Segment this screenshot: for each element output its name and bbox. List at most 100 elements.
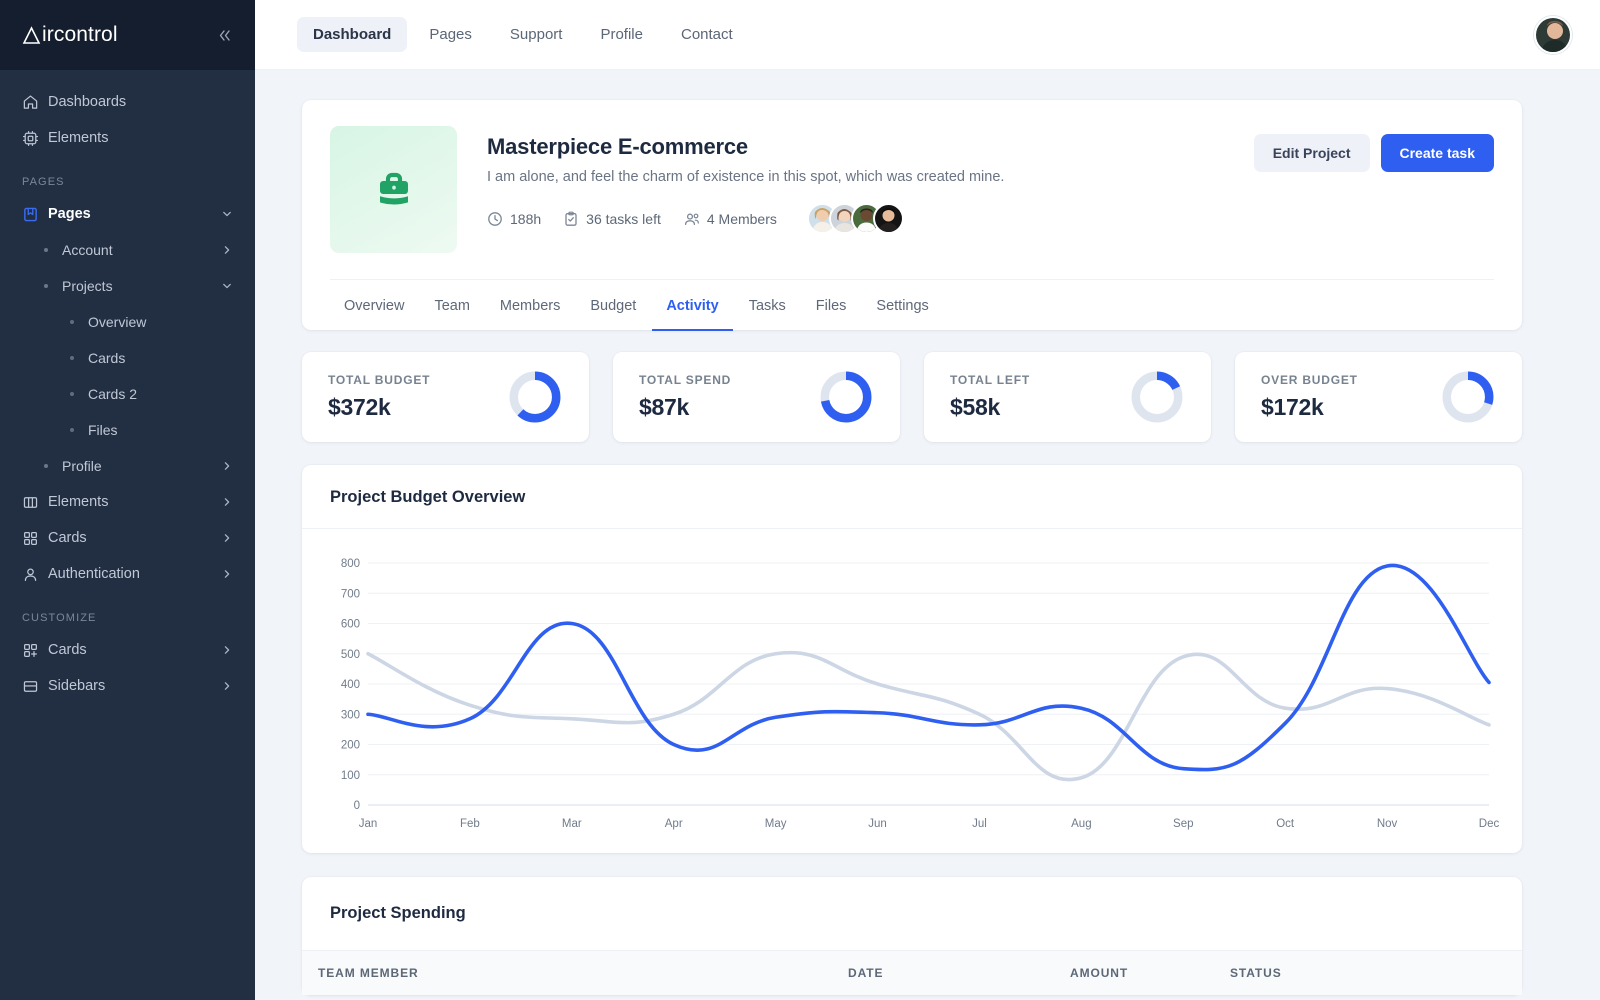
grid-plus-icon: [22, 642, 48, 659]
bullet-icon: [44, 284, 62, 288]
chart-area: 0100200300400500600700800JanFebMarAprMay…: [302, 529, 1522, 853]
clipboard-check-icon: [563, 211, 579, 227]
sidebar-item-authentication[interactable]: Authentication: [0, 556, 255, 592]
stat-label: TOTAL LEFT: [950, 373, 1030, 387]
stat-text: TOTAL SPEND $87k: [639, 373, 731, 421]
tab-tasks[interactable]: Tasks: [735, 280, 800, 331]
tab-members[interactable]: Members: [486, 280, 574, 331]
user-avatar[interactable]: [1534, 16, 1572, 54]
stat-card-over-budget: OVER BUDGET $172k: [1235, 352, 1522, 442]
chevron-right-icon: [221, 680, 233, 692]
tab-settings[interactable]: Settings: [862, 280, 942, 331]
bullet-icon: [44, 464, 62, 468]
sidebar-item-profile[interactable]: Profile: [22, 448, 255, 484]
sidebar-item-elements[interactable]: Elements: [0, 484, 255, 520]
chart-title: Project Budget Overview: [302, 465, 1522, 528]
brand-name: ircontrol: [42, 23, 118, 47]
top-nav-contact[interactable]: Contact: [665, 17, 749, 52]
tab-files[interactable]: Files: [802, 280, 861, 331]
svg-text:Sep: Sep: [1173, 818, 1193, 830]
sidebar-item-dashboards[interactable]: Dashboards: [0, 84, 255, 120]
sidebar-item-label: Elements: [48, 494, 221, 510]
project-thumbnail: [330, 126, 457, 253]
member-avatar[interactable]: [873, 203, 904, 234]
budget-overview-card: Project Budget Overview 0100200300400500…: [302, 465, 1522, 853]
top-nav-profile[interactable]: Profile: [584, 17, 659, 52]
top-nav-pages[interactable]: Pages: [413, 17, 488, 52]
sidebar-item-projects-cards[interactable]: Cards: [22, 340, 255, 376]
brand-logo[interactable]: ircontrol: [22, 23, 118, 47]
sidebar-item-projects-cards-2[interactable]: Cards 2: [22, 376, 255, 412]
svg-text:400: 400: [341, 679, 360, 691]
sidebar-item-cards[interactable]: Cards: [0, 520, 255, 556]
svg-text:Jan: Jan: [359, 818, 378, 830]
sidebar-pages-children: Account Projects Overview: [0, 232, 255, 484]
tab-overview[interactable]: Overview: [330, 280, 418, 331]
chevron-right-icon: [221, 568, 233, 580]
collapse-sidebar-icon[interactable]: [216, 27, 233, 44]
sidebar-item-projects-overview[interactable]: Overview: [22, 304, 255, 340]
sidebar-item-label: Authentication: [48, 566, 221, 582]
sidebar-item-sidebars[interactable]: Sidebars: [0, 668, 255, 704]
project-header-card: Masterpiece E-commerce I am alone, and f…: [302, 100, 1522, 330]
tab-activity[interactable]: Activity: [652, 280, 732, 331]
stat-card-total-budget: TOTAL BUDGET $372k: [302, 352, 589, 442]
stat-text: TOTAL BUDGET $372k: [328, 373, 430, 421]
stat-value: $172k: [1261, 394, 1358, 421]
sidebar-item-label: Sidebars: [48, 678, 221, 694]
svg-text:Jun: Jun: [868, 818, 887, 830]
chevron-right-icon: [221, 244, 233, 256]
sidebar-header: ircontrol: [0, 0, 255, 70]
sidebar-item-customize-cards[interactable]: Cards: [0, 632, 255, 668]
sidebar-projects-children: Overview Cards Cards 2 Files: [22, 304, 255, 448]
sidebar-item-label: Profile: [62, 458, 221, 474]
svg-text:700: 700: [341, 588, 360, 600]
meta-members: 4 Members: [683, 211, 777, 227]
chevron-down-icon: [221, 208, 233, 220]
donut-chart: [507, 369, 563, 425]
stat-label: TOTAL BUDGET: [328, 373, 430, 387]
sidebar-item-elements-top[interactable]: Elements: [0, 120, 255, 156]
columns-icon: [22, 494, 48, 511]
member-avatars: [807, 203, 904, 234]
chevron-right-icon: [221, 532, 233, 544]
column-team-member: TEAM MEMBER: [318, 966, 848, 980]
svg-text:May: May: [765, 818, 787, 830]
top-nav-support[interactable]: Support: [494, 17, 579, 52]
sidebar-item-projects-files[interactable]: Files: [22, 412, 255, 448]
sidebar-item-pages[interactable]: Pages: [0, 196, 255, 232]
top-nav: Dashboard Pages Support Profile Contact: [297, 17, 749, 52]
svg-text:Dec: Dec: [1479, 818, 1500, 830]
top-nav-dashboard[interactable]: Dashboard: [297, 17, 407, 52]
stat-value: $372k: [328, 394, 430, 421]
bullet-icon: [44, 248, 62, 252]
svg-text:Feb: Feb: [460, 818, 480, 830]
svg-text:Mar: Mar: [562, 818, 582, 830]
sidebar-item-label: Projects: [62, 278, 221, 294]
tab-budget[interactable]: Budget: [576, 280, 650, 331]
svg-text:200: 200: [341, 740, 360, 752]
svg-text:Jul: Jul: [972, 818, 987, 830]
sidebar-item-label: Elements: [48, 130, 233, 146]
sidebar-item-account[interactable]: Account: [22, 232, 255, 268]
donut-chart: [818, 369, 874, 425]
bullet-icon: [70, 356, 88, 360]
line-chart: 0100200300400500600700800JanFebMarAprMay…: [326, 549, 1501, 839]
users-icon: [683, 211, 700, 227]
project-meta: 188h 36 tasks left: [487, 203, 1254, 234]
svg-text:Aug: Aug: [1071, 818, 1091, 830]
app-root: ircontrol Dashboards Elements PAGES: [0, 0, 1600, 1000]
edit-project-button[interactable]: Edit Project: [1254, 134, 1370, 172]
sidebar-section-customize: CUSTOMIZE: [0, 592, 255, 632]
create-task-button[interactable]: Create task: [1381, 134, 1495, 172]
stat-card-total-spend: TOTAL SPEND $87k: [613, 352, 900, 442]
svg-text:500: 500: [341, 649, 360, 661]
chevron-right-icon: [221, 644, 233, 656]
project-title: Masterpiece E-commerce: [487, 134, 1254, 160]
column-date: DATE: [848, 966, 1070, 980]
stat-cards: TOTAL BUDGET $372k TOTAL SPEND $87k TOTA…: [302, 352, 1522, 442]
tab-team[interactable]: Team: [420, 280, 483, 331]
sidebar-item-label: Pages: [48, 206, 221, 222]
sidebar-item-label: Cards 2: [88, 386, 233, 402]
sidebar-item-projects[interactable]: Projects: [22, 268, 255, 304]
